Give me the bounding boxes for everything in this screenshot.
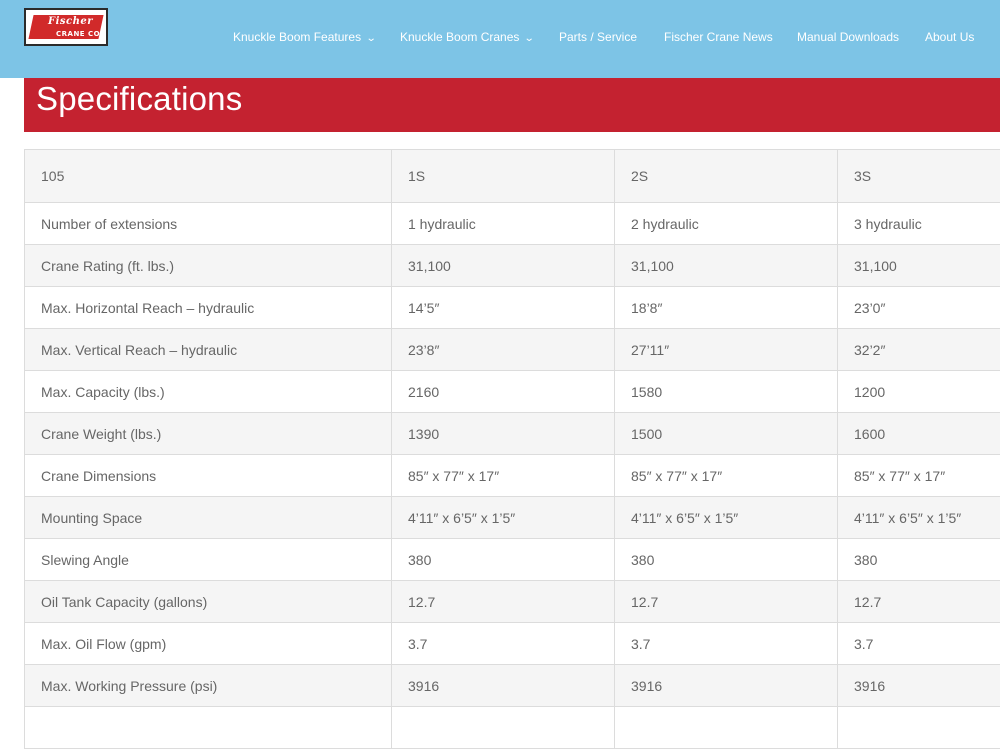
nav-label: About Us	[925, 30, 974, 44]
table-cell: 12.7	[392, 581, 615, 623]
table-row: Slewing Angle 380 380 380	[25, 539, 1000, 581]
table-cell: 12.7	[838, 581, 1000, 623]
table-cell: 1390	[392, 413, 615, 455]
nav-parts-service[interactable]: Parts / Service	[559, 30, 637, 44]
row-label: Crane Rating (ft. lbs.)	[25, 245, 392, 287]
table-cell: 14’5″	[392, 287, 615, 329]
table-cell: 12.7	[615, 581, 838, 623]
table-cell: 2160	[392, 371, 615, 413]
table-cell: 380	[615, 539, 838, 581]
table-row: Max. Capacity (lbs.) 2160 1580 1200	[25, 371, 1000, 413]
nav-label: Parts / Service	[559, 30, 637, 44]
table-cell-empty	[25, 707, 392, 749]
table-row: Crane Weight (lbs.) 1390 1500 1600	[25, 413, 1000, 455]
specifications-table: 105 1S 2S 3S Number of extensions 1 hydr…	[24, 149, 1000, 749]
nav-label: Fischer Crane News	[664, 30, 773, 44]
chevron-down-icon: ⌄	[366, 33, 377, 44]
table-cell: 3916	[392, 665, 615, 707]
nav-label: Knuckle Boom Features	[233, 30, 361, 44]
table-cell: 3916	[615, 665, 838, 707]
page-title: Specifications	[36, 80, 242, 118]
nav-knuckle-boom-cranes[interactable]: Knuckle Boom Cranes ⌄	[400, 30, 534, 44]
table-row: Oil Tank Capacity (gallons) 12.7 12.7 12…	[25, 581, 1000, 623]
row-label: Crane Weight (lbs.)	[25, 413, 392, 455]
table-cell: 1 hydraulic	[392, 203, 615, 245]
fischer-crane-logo[interactable]: Fischer CRANE CO.	[24, 8, 108, 46]
table-cell: 27’11″	[615, 329, 838, 371]
table-cell: 1200	[838, 371, 1000, 413]
nav-manual-downloads[interactable]: Manual Downloads	[797, 30, 899, 44]
header-cell: 2S	[615, 150, 838, 203]
row-label: Max. Capacity (lbs.)	[25, 371, 392, 413]
logo-subtext: CRANE CO.	[56, 30, 103, 38]
table-row: Max. Working Pressure (psi) 3916 3916 39…	[25, 665, 1000, 707]
table-cell: 31,100	[392, 245, 615, 287]
row-label: Max. Working Pressure (psi)	[25, 665, 392, 707]
nav-about-us[interactable]: About Us	[925, 30, 974, 44]
site-header: Fischer CRANE CO. Knuckle Boom Features ⌄…	[0, 0, 1000, 78]
table-cell: 3.7	[615, 623, 838, 665]
header-cell-model: 105	[25, 150, 392, 203]
table-cell: 31,100	[615, 245, 838, 287]
table-cell: 18’8″	[615, 287, 838, 329]
table-cell-empty	[615, 707, 838, 749]
title-banner: Specifications	[24, 78, 1000, 132]
table-cell: 3 hydraulic	[838, 203, 1000, 245]
row-label: Oil Tank Capacity (gallons)	[25, 581, 392, 623]
table-cell: 380	[392, 539, 615, 581]
logo-wordmark: Fischer	[48, 16, 93, 27]
table-row: Max. Vertical Reach – hydraulic 23’8″ 27…	[25, 329, 1000, 371]
table-row: Number of extensions 1 hydraulic 2 hydra…	[25, 203, 1000, 245]
table-row: Max. Horizontal Reach – hydraulic 14’5″ …	[25, 287, 1000, 329]
header-cell: 1S	[392, 150, 615, 203]
row-label: Slewing Angle	[25, 539, 392, 581]
nav-label: Knuckle Boom Cranes	[400, 30, 519, 44]
row-label: Number of extensions	[25, 203, 392, 245]
table-cell: 85″ x 77″ x 17″	[392, 455, 615, 497]
table-cell: 85″ x 77″ x 17″	[615, 455, 838, 497]
chevron-down-icon: ⌄	[524, 33, 535, 44]
table-cell: 3.7	[392, 623, 615, 665]
row-label: Max. Vertical Reach – hydraulic	[25, 329, 392, 371]
row-label: Crane Dimensions	[25, 455, 392, 497]
header-cell: 3S	[838, 150, 1000, 203]
table-cell: 4’11″ x 6’5″ x 1’5″	[615, 497, 838, 539]
table-cell: 1500	[615, 413, 838, 455]
table-cell: 1580	[615, 371, 838, 413]
table-cell: 380	[838, 539, 1000, 581]
row-label: Mounting Space	[25, 497, 392, 539]
table-cell: 32’2″	[838, 329, 1000, 371]
table-row: Crane Dimensions 85″ x 77″ x 17″ 85″ x 7…	[25, 455, 1000, 497]
table-cell: 4’11″ x 6’5″ x 1’5″	[392, 497, 615, 539]
table-cell-empty	[838, 707, 1000, 749]
table-cell-empty	[392, 707, 615, 749]
table-cell: 23’0″	[838, 287, 1000, 329]
row-label: Max. Oil Flow (gpm)	[25, 623, 392, 665]
nav-knuckle-boom-features[interactable]: Knuckle Boom Features ⌄	[233, 30, 375, 44]
table-cell: 85″ x 77″ x 17″	[838, 455, 1000, 497]
table-cell: 3.7	[838, 623, 1000, 665]
table-cell: 3916	[838, 665, 1000, 707]
table-cell: 2 hydraulic	[615, 203, 838, 245]
table-row	[25, 707, 1000, 749]
table-cell: 4’11″ x 6’5″ x 1’5″	[838, 497, 1000, 539]
table-row: Crane Rating (ft. lbs.) 31,100 31,100 31…	[25, 245, 1000, 287]
table-row: Max. Oil Flow (gpm) 3.7 3.7 3.7	[25, 623, 1000, 665]
nav-label: Manual Downloads	[797, 30, 899, 44]
table-row: Mounting Space 4’11″ x 6’5″ x 1’5″ 4’11″…	[25, 497, 1000, 539]
nav-fischer-crane-news[interactable]: Fischer Crane News	[664, 30, 773, 44]
table-cell: 23’8″	[392, 329, 615, 371]
row-label: Max. Horizontal Reach – hydraulic	[25, 287, 392, 329]
table-header-row: 105 1S 2S 3S	[25, 150, 1000, 203]
table-cell: 1600	[838, 413, 1000, 455]
table-cell: 31,100	[838, 245, 1000, 287]
